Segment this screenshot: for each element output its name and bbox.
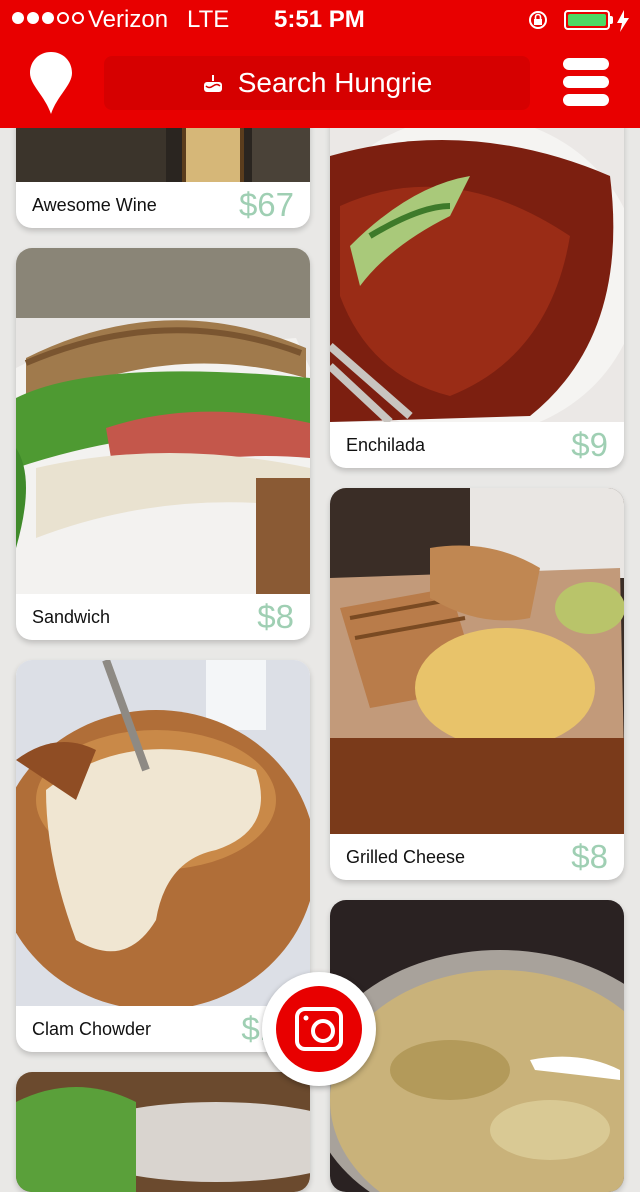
food-caption: Grilled Cheese $8 (330, 834, 624, 880)
food-name: Grilled Cheese (346, 846, 466, 867)
food-name: Awesome Wine (32, 194, 157, 215)
charging-bolt-icon (617, 10, 629, 32)
food-card[interactable] (16, 1072, 310, 1192)
food-card[interactable]: Clam Chowder $11 (16, 660, 310, 1052)
battery-icon (564, 10, 610, 30)
status-time: 5:51 PM (274, 6, 365, 33)
camera-icon (295, 1007, 343, 1051)
food-photo (16, 1072, 310, 1192)
food-price: $8 (257, 598, 294, 635)
signal-strength-icon (12, 12, 84, 24)
search-bar[interactable]: Search Hungrie (104, 56, 530, 110)
food-price: $9 (571, 426, 608, 463)
food-photo (16, 660, 310, 1006)
food-photo (330, 900, 624, 1192)
food-name: Enchilada (346, 434, 426, 455)
food-card[interactable] (330, 900, 624, 1192)
food-photo (330, 96, 624, 422)
carrier-name: Verizon (88, 6, 169, 33)
hamburger-menu-icon[interactable] (563, 58, 609, 106)
food-photo (16, 248, 310, 594)
food-name: Sandwich (32, 606, 111, 627)
camera-button[interactable] (262, 972, 376, 1086)
search-placeholder: Search Hungrie (237, 67, 433, 98)
food-photo (330, 488, 624, 834)
network-type: LTE (187, 6, 230, 33)
food-caption: Enchilada $9 (330, 422, 624, 468)
top-bar: Verizon LTE 5:51 PM Search Hungrie (0, 0, 640, 128)
food-caption: Sandwich $8 (16, 594, 310, 640)
status-bar: Verizon LTE 5:51 PM (0, 0, 640, 40)
map-pin-icon[interactable] (30, 52, 72, 114)
food-caption: Awesome Wine $67 (16, 182, 310, 228)
orientation-lock-icon (529, 11, 547, 29)
food-price: $8 (571, 838, 608, 875)
food-price: $67 (238, 186, 294, 223)
food-name: Clam Chowder (32, 1018, 152, 1039)
food-card[interactable]: Enchilada $9 (330, 96, 624, 468)
cake-icon (203, 75, 222, 92)
food-card[interactable]: Grilled Cheese $8 (330, 488, 624, 880)
food-card[interactable]: Sandwich $8 (16, 248, 310, 640)
